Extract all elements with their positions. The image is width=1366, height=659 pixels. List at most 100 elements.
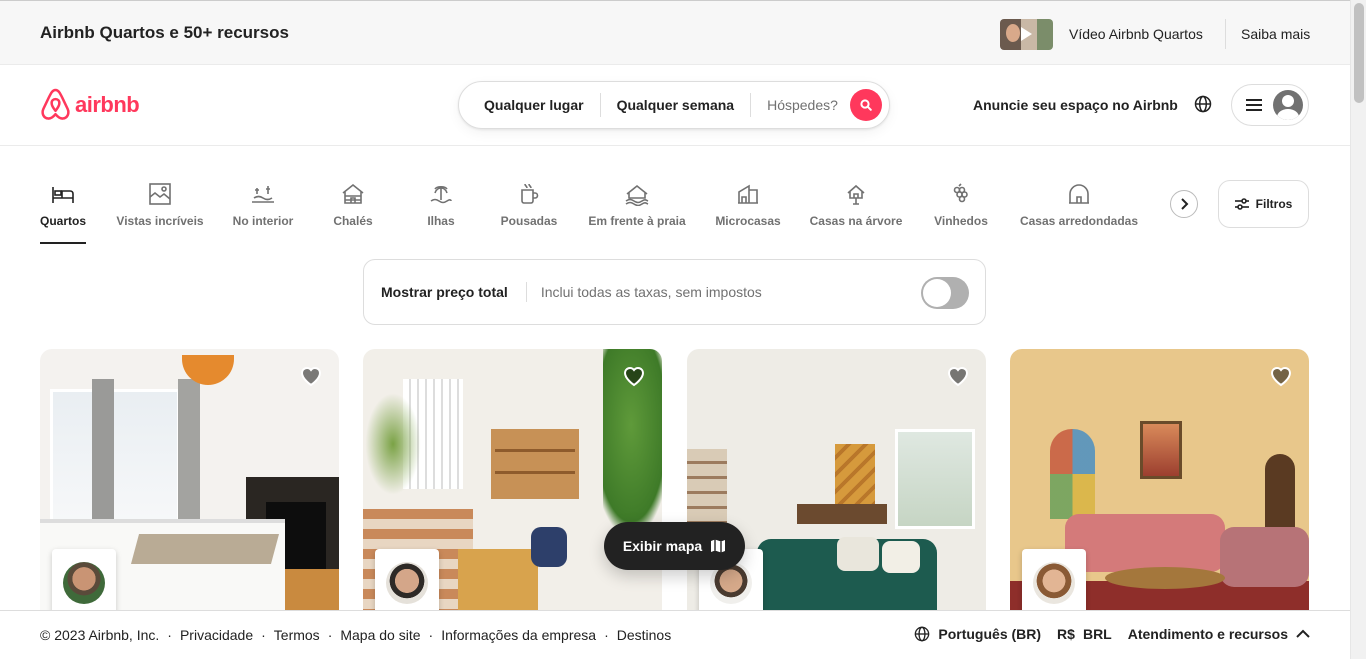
page-scrollbar[interactable] [1350, 0, 1366, 659]
footer-link-privacy[interactable]: Privacidade [180, 627, 253, 643]
footer-separator: · [428, 627, 434, 643]
footer-link-destinations[interactable]: Destinos [617, 627, 671, 643]
heart-icon [947, 367, 969, 387]
category-label: Vistas incríveis [116, 214, 204, 228]
listing-card[interactable] [363, 349, 662, 611]
play-icon [1021, 27, 1032, 41]
category-arvore[interactable]: Casas na árvore [809, 180, 903, 244]
category-arredondadas[interactable]: Casas arredondadas [1020, 180, 1138, 244]
avatar [1273, 90, 1303, 120]
footer-link-company-info[interactable]: Informações da empresa [441, 627, 596, 643]
scrollbar-thumb[interactable] [1354, 3, 1364, 103]
treehouse-icon [847, 184, 865, 205]
listing-card[interactable] [687, 349, 986, 611]
logo-wordmark: airbnb [75, 91, 140, 117]
search-where[interactable]: Qualquer lugar [459, 93, 600, 117]
chevron-up-icon [1296, 629, 1310, 638]
host-photo [52, 549, 116, 611]
footer-link-terms[interactable]: Termos [274, 627, 320, 643]
search-when[interactable]: Qualquer semana [601, 93, 751, 117]
currency-selector[interactable]: R$ BRL [1057, 626, 1112, 642]
category-pousadas[interactable]: Pousadas [501, 180, 557, 244]
category-label: Ilhas [427, 214, 455, 228]
category-label: Microcasas [715, 214, 781, 228]
cabin-icon [342, 183, 364, 204]
filters-label: Filtros [1255, 197, 1293, 211]
category-microcasas[interactable]: Microcasas [715, 180, 781, 244]
category-vistas[interactable]: Vistas incríveis [116, 180, 204, 244]
footer-separator: · [261, 627, 266, 643]
currency-code: BRL [1082, 626, 1112, 642]
promo-divider [1225, 19, 1226, 49]
promo-banner: Airbnb Quartos e 50+ recursos Vídeo Airb… [0, 0, 1350, 65]
support-resources-button[interactable]: Atendimento e recursos [1128, 626, 1310, 642]
search-guests[interactable]: Hóspedes? [751, 93, 854, 117]
category-label: Casas na árvore [809, 214, 903, 228]
listing-card[interactable] [1010, 349, 1309, 611]
category-label: Chalés [333, 214, 373, 228]
countryside-icon [252, 186, 274, 203]
favorite-button[interactable] [946, 365, 970, 392]
category-quartos[interactable]: Quartos [40, 180, 86, 244]
island-icon [430, 185, 452, 204]
become-host-link[interactable]: Anuncie seu espaço no Airbnb [973, 97, 1178, 113]
category-praia[interactable]: Em frente à praia [588, 180, 686, 244]
show-map-button[interactable]: Exibir mapa [604, 522, 745, 570]
promo-video-link[interactable]: Vídeo Airbnb Quartos [1069, 26, 1203, 42]
tiny-home-icon [738, 184, 758, 204]
dome-icon [1069, 184, 1089, 204]
footer-link-sitemap[interactable]: Mapa do site [340, 627, 420, 643]
favorite-button[interactable] [622, 365, 646, 392]
map-icon [711, 539, 726, 553]
category-label: Pousadas [500, 214, 558, 228]
total-price-divider [525, 282, 527, 302]
favorite-button[interactable] [299, 365, 323, 392]
search-bar[interactable]: Qualquer lugar Qualquer semana Hóspedes? [458, 81, 890, 129]
bed-icon [52, 187, 74, 203]
mug-icon [521, 183, 539, 204]
category-label: Casas arredondadas [1019, 214, 1139, 228]
footer-separator: · [327, 627, 333, 643]
beachfront-icon [625, 184, 649, 206]
globe-icon [1194, 95, 1212, 113]
show-map-label: Exibir mapa [622, 538, 703, 554]
heart-icon [1270, 367, 1292, 387]
promo-title: Airbnb Quartos e 50+ recursos [40, 23, 289, 42]
heart-icon [623, 367, 645, 387]
favorite-button[interactable] [1269, 365, 1293, 392]
support-label: Atendimento e recursos [1127, 626, 1288, 642]
category-ilhas[interactable]: Ilhas [424, 180, 458, 244]
footer-links: © 2023 Airbnb, Inc. · Privacidade · Term… [40, 627, 671, 643]
category-next-button[interactable] [1170, 190, 1198, 218]
airbnb-logo-icon [41, 88, 70, 120]
host-photo [375, 549, 439, 611]
grapes-icon [953, 183, 968, 203]
category-chales[interactable]: Chalés [333, 180, 373, 244]
language-button[interactable] [1194, 95, 1212, 118]
category-interior[interactable]: No interior [233, 180, 293, 244]
total-price-toggle[interactable] [921, 277, 969, 309]
language-label: Português (BR) [938, 626, 1042, 642]
landscape-icon [149, 183, 171, 205]
total-price-panel: Mostrar preço total Inclui todas as taxa… [363, 259, 986, 325]
category-vinhedos[interactable]: Vinhedos [934, 180, 988, 244]
user-menu-button[interactable] [1231, 84, 1309, 126]
airbnb-logo[interactable]: airbnb [40, 88, 140, 121]
active-underline [40, 242, 86, 244]
filters-button[interactable]: Filtros [1218, 180, 1309, 228]
category-label: Quartos [40, 214, 87, 228]
category-label: Em frente à praia [588, 214, 686, 228]
video-thumbnail[interactable] [1000, 19, 1053, 50]
host-face-thumbnail [1006, 24, 1020, 42]
search-icon [860, 99, 872, 111]
site-header: airbnb Qualquer lugar Qualquer semana Hó… [0, 65, 1350, 146]
host-photo [1022, 549, 1086, 611]
listing-card[interactable] [40, 349, 339, 611]
site-footer: © 2023 Airbnb, Inc. · Privacidade · Term… [0, 610, 1350, 659]
category-bar: Quartos Vistas incríveis No interior Cha… [40, 180, 1150, 244]
hamburger-icon [1246, 99, 1262, 111]
footer-separator: · [167, 627, 172, 643]
language-selector[interactable]: Português (BR) [914, 626, 1041, 642]
search-button[interactable] [850, 89, 882, 121]
promo-learn-more-link[interactable]: Saiba mais [1241, 26, 1310, 42]
